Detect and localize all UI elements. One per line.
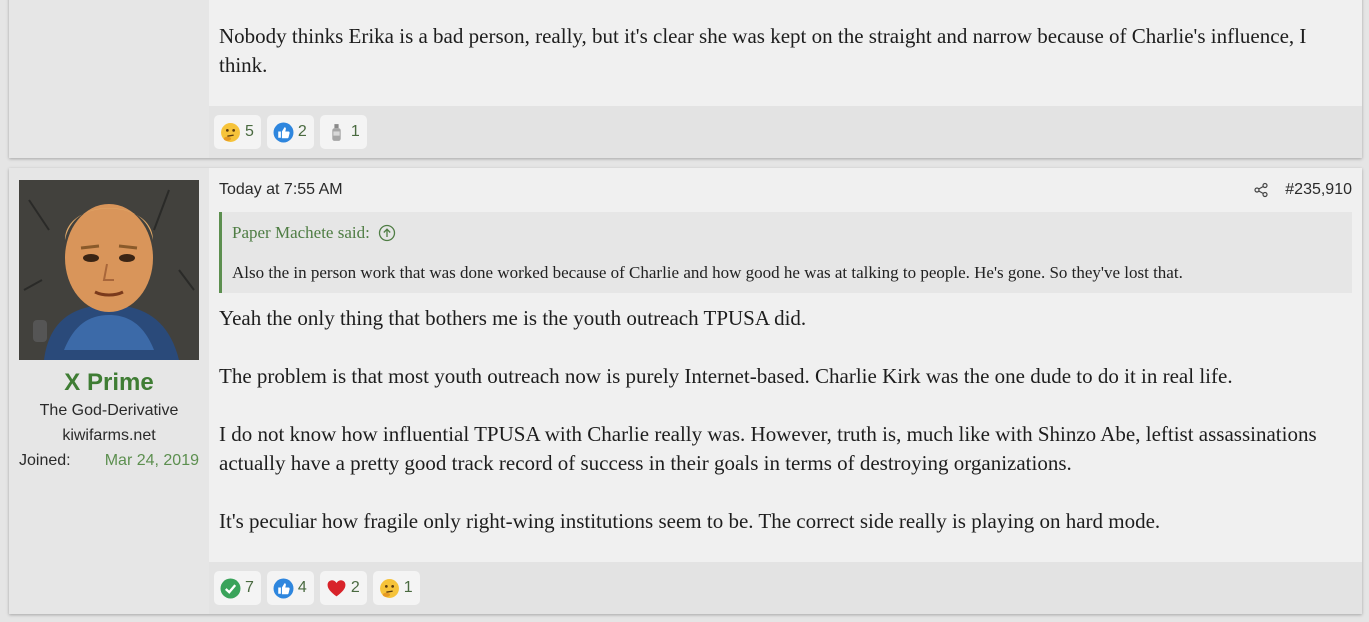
bottle-icon (326, 122, 347, 143)
reactions-bar: 5 2 1 (209, 106, 1362, 158)
post-paragraph: Yeah the only thing that bothers me is t… (219, 306, 807, 330)
reaction-count: 1 (403, 579, 413, 596)
reaction-count: 7 (245, 579, 254, 596)
user-column: X Prime The God-Derivative kiwifarms.net… (9, 168, 209, 614)
post-body: Nobody thinks Erika is a bad person, rea… (219, 22, 1339, 80)
reaction-count: 5 (245, 123, 254, 140)
reaction-bottle[interactable]: 1 (319, 115, 367, 149)
reaction-love[interactable]: 2 (319, 571, 367, 605)
user-banner: kiwifarms.net (62, 427, 156, 444)
share-icon[interactable] (1253, 182, 1269, 198)
reaction-agree[interactable]: 7 (214, 571, 261, 605)
post-meta: #235,910 (1253, 181, 1352, 199)
thinking-emoji-icon (379, 578, 400, 599)
user-title: The God-Derivative (39, 402, 179, 419)
post: X Prime The God-Derivative kiwifarms.net… (9, 168, 1362, 614)
quote-attribution[interactable]: Paper Machete said: (232, 223, 396, 243)
reaction-count: 2 (350, 579, 360, 596)
username[interactable]: X Prime (9, 369, 209, 397)
post-paragraph: The problem is that most youth outreach … (219, 364, 1233, 388)
post-main: Today at 7:55 AM #235,910 Paper Machete … (209, 168, 1362, 614)
thumbs-up-icon (273, 122, 294, 143)
reaction-count: 1 (350, 123, 360, 140)
reaction-count: 2 (297, 123, 307, 140)
thinking-emoji-icon (220, 122, 241, 143)
reaction-like[interactable]: 2 (266, 115, 314, 149)
heart-icon (326, 578, 347, 599)
quote-block: Paper Machete said: Also the in person w… (219, 212, 1352, 293)
joined-date: Mar 24, 2019 (104, 452, 199, 469)
reaction-thinking[interactable]: 1 (372, 571, 420, 605)
arrow-up-circle-icon[interactable] (378, 224, 396, 242)
reaction-like[interactable]: 4 (266, 571, 314, 605)
quote-text: Also the in person work that was done wo… (232, 263, 1183, 282)
reaction-thinking[interactable]: 5 (214, 115, 261, 149)
post-date[interactable]: Today at 7:55 AM (219, 181, 343, 199)
post-paragraph: Nobody thinks Erika is a bad person, rea… (219, 24, 1307, 77)
avatar[interactable] (19, 180, 199, 360)
thumbs-up-icon (273, 578, 294, 599)
user-column (9, 0, 209, 158)
post-paragraph: It's peculiar how fragile only right-win… (219, 509, 1161, 533)
quote-author[interactable]: Paper Machete said: (232, 223, 370, 243)
post-paragraph: I do not know how influential TPUSA with… (219, 422, 1317, 475)
joined-row: Joined: Mar 24, 2019 (19, 452, 199, 470)
post-previous: Nobody thinks Erika is a bad person, rea… (9, 0, 1362, 158)
post-body: Yeah the only thing that bothers me is t… (219, 304, 1349, 565)
check-icon (220, 578, 241, 599)
reaction-count: 4 (297, 579, 307, 596)
post-number[interactable]: #235,910 (1285, 181, 1352, 199)
reactions-bar: 7 4 2 1 (209, 562, 1362, 614)
joined-label: Joined: (19, 452, 71, 469)
